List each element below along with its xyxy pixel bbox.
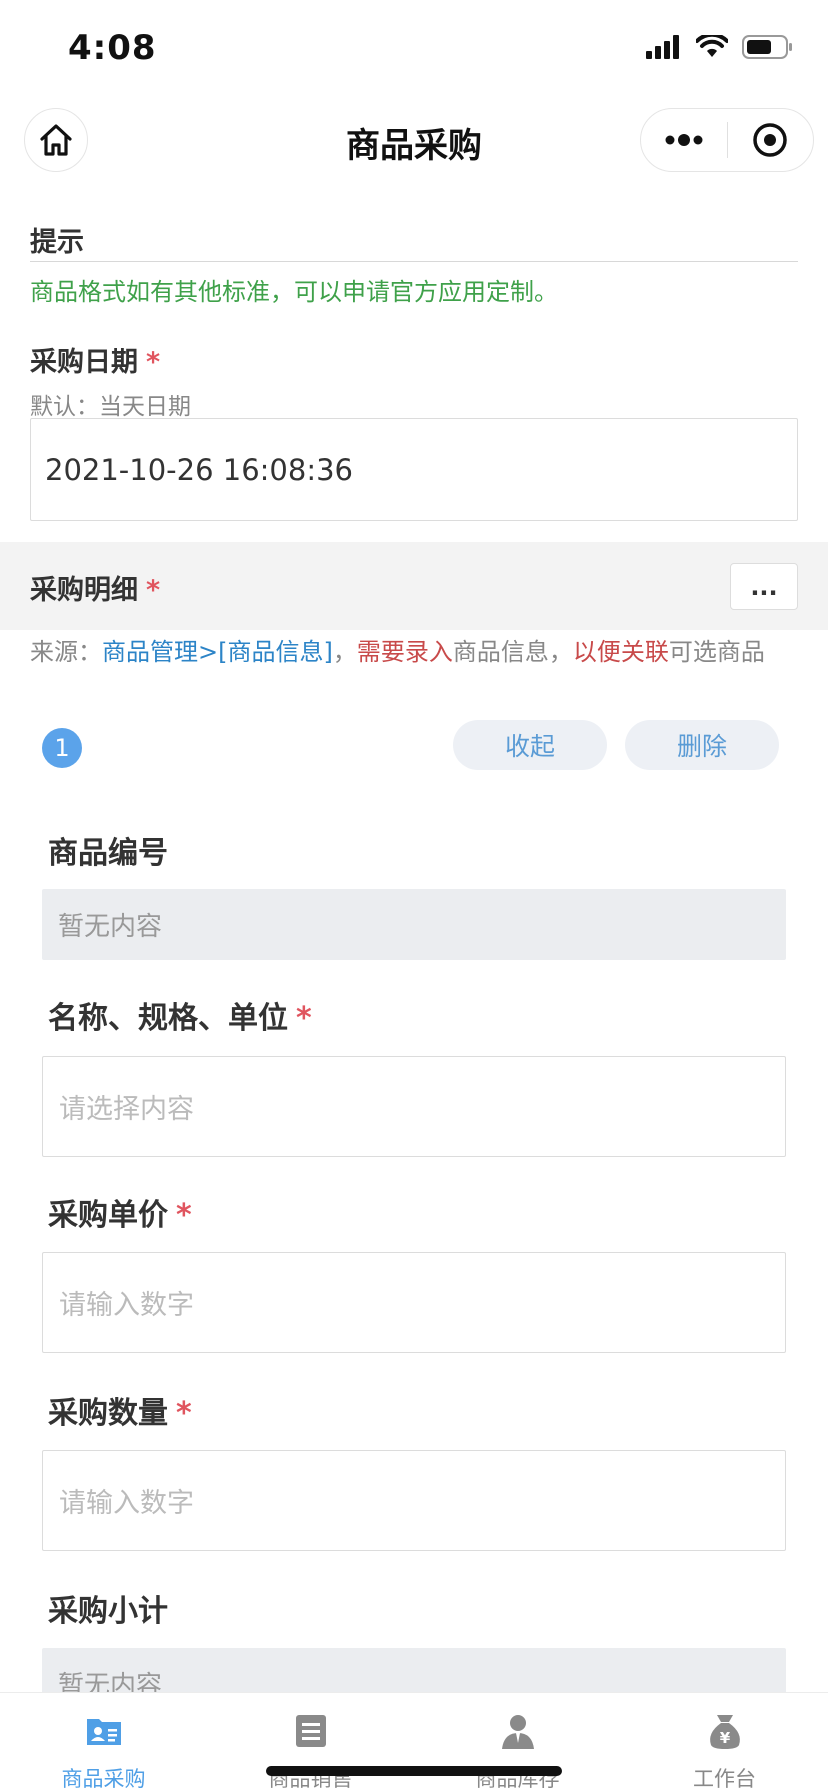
status-icons bbox=[646, 34, 794, 60]
purchase-date-label-text: 采购日期 bbox=[30, 347, 138, 378]
required-mark: * bbox=[296, 1001, 312, 1036]
required-mark: * bbox=[176, 1198, 192, 1233]
more-dots-icon bbox=[665, 134, 703, 146]
source-note: 来源：商品管理>[商品信息]，需要录入商品信息，以便关联可选商品 bbox=[30, 634, 800, 670]
item-index-badge: 1 bbox=[42, 728, 82, 768]
close-mini-program-button[interactable] bbox=[728, 109, 814, 171]
required-mark: * bbox=[176, 1396, 192, 1431]
quantity-label: 采购数量 * bbox=[48, 1388, 192, 1432]
unit-price-label-text: 采购单价 bbox=[48, 1198, 168, 1233]
document-list-icon bbox=[295, 1715, 326, 1747]
tab-label: 工作台 bbox=[693, 1767, 756, 1791]
cellular-signal-icon bbox=[646, 35, 679, 59]
mini-program-capsule bbox=[640, 108, 814, 172]
hint-text: 商品格式如有其他标准，可以申请官方应用定制。 bbox=[30, 278, 558, 306]
target-circle-icon bbox=[753, 123, 787, 157]
subtotal-label: 采购小计 bbox=[48, 1594, 168, 1629]
wifi-icon bbox=[696, 35, 728, 57]
quantity-input[interactable]: 请输入数字 bbox=[42, 1450, 786, 1551]
required-mark: * bbox=[146, 347, 161, 378]
source-prefix: 来源： bbox=[30, 638, 102, 666]
tab-goods-purchase[interactable]: 商品采购 bbox=[0, 1693, 207, 1792]
quantity-label-text: 采购数量 bbox=[48, 1396, 168, 1431]
more-menu-button[interactable] bbox=[641, 109, 727, 171]
source-sep: ， bbox=[332, 638, 357, 666]
nav-bar: 商品采购 bbox=[0, 96, 828, 186]
purchase-detail-header: 采购明细 * ... bbox=[0, 542, 828, 630]
hint-divider bbox=[30, 261, 798, 262]
contact-card-icon bbox=[86, 1719, 121, 1745]
source-warning-2: 以便关联 bbox=[572, 638, 669, 666]
delete-button[interactable]: 删除 bbox=[625, 720, 779, 770]
goods-code-label: 商品编号 bbox=[48, 836, 168, 871]
bottom-tab-bar: 商品采购 商品销售 商品库存 ¥ 工作台 bbox=[0, 1692, 828, 1792]
purchase-detail-label-text: 采购明细 bbox=[30, 575, 138, 606]
svg-text:¥: ¥ bbox=[719, 1729, 730, 1747]
goods-code-value: 暂无内容 bbox=[42, 889, 786, 960]
tab-label: 商品采购 bbox=[61, 1767, 146, 1791]
person-icon bbox=[501, 1715, 534, 1749]
source-warning-1: 需要录入 bbox=[356, 638, 453, 666]
source-suffix: 可选商品 bbox=[668, 638, 765, 666]
money-bag-icon: ¥ bbox=[709, 1715, 740, 1749]
battery-icon bbox=[742, 35, 792, 59]
hint-label: 提示 bbox=[30, 227, 84, 258]
purchase-date-hint: 默认：当天日期 bbox=[30, 394, 191, 420]
home-indicator bbox=[266, 1766, 562, 1776]
tab-goods-inventory[interactable]: 商品库存 bbox=[414, 1693, 621, 1792]
goods-info-link[interactable]: 商品管理>[商品信息] bbox=[102, 638, 333, 666]
tab-workbench[interactable]: ¥ 工作台 bbox=[621, 1693, 828, 1792]
purchase-date-field[interactable]: 2021-10-26 16:08:36 bbox=[30, 418, 798, 521]
goods-name-label-text: 名称、规格、单位 bbox=[48, 1001, 288, 1036]
status-bar: 4:08 bbox=[0, 0, 828, 96]
source-mid: 商品信息， bbox=[452, 638, 573, 666]
status-time: 4:08 bbox=[68, 28, 157, 68]
detail-more-button[interactable]: ... bbox=[730, 563, 798, 610]
collapse-button[interactable]: 收起 bbox=[453, 720, 607, 770]
tab-goods-sales[interactable]: 商品销售 bbox=[207, 1693, 414, 1792]
unit-price-input[interactable]: 请输入数字 bbox=[42, 1252, 786, 1353]
purchase-date-label: 采购日期 * bbox=[30, 340, 160, 379]
unit-price-label: 采购单价 * bbox=[48, 1190, 192, 1234]
purchase-detail-label: 采购明细 * bbox=[30, 568, 160, 607]
goods-name-select[interactable]: 请选择内容 bbox=[42, 1056, 786, 1157]
required-mark: * bbox=[146, 575, 161, 606]
goods-name-label: 名称、规格、单位 * bbox=[48, 993, 312, 1037]
